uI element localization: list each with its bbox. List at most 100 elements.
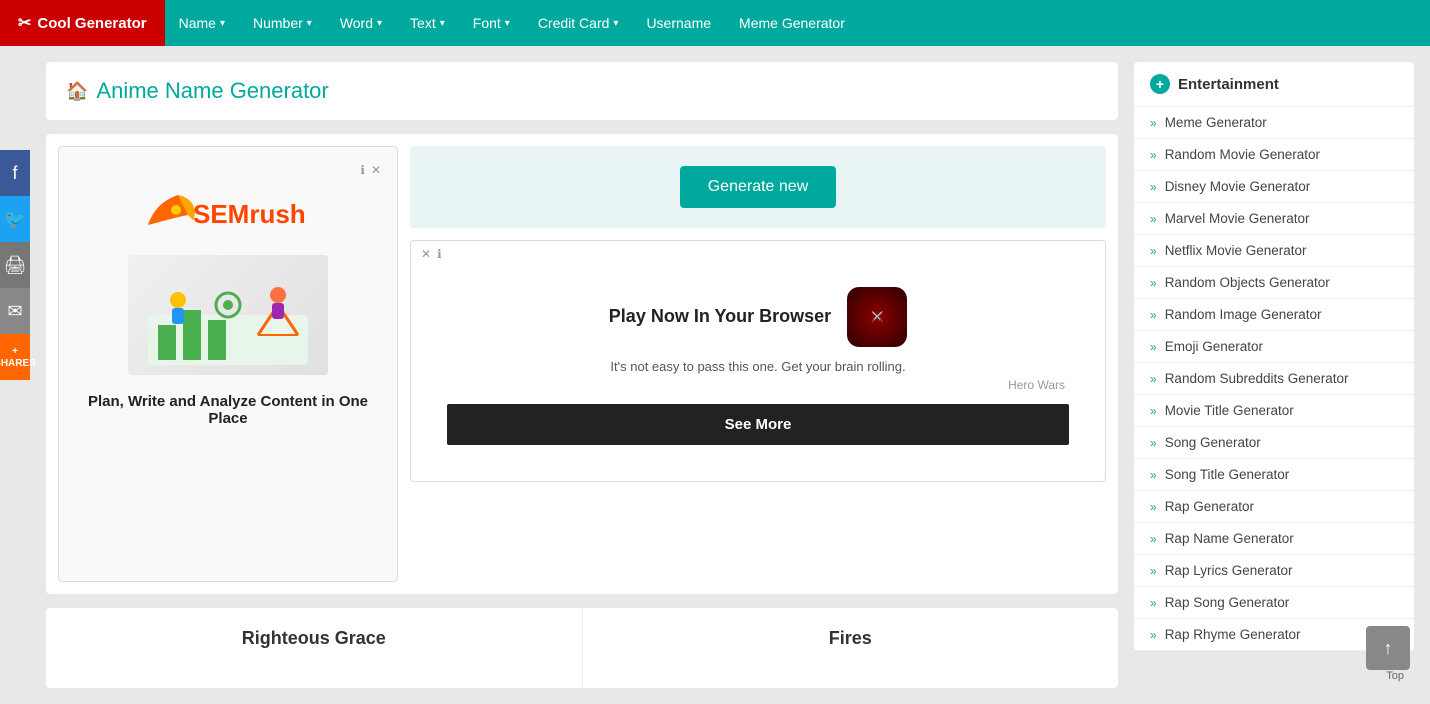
ad-left-panel: ℹ ✕ SEMrush [58,146,398,582]
nav-credit-card[interactable]: Credit Card ▾ [524,0,633,46]
top-navbar: ✂ Cool Generator Name ▾ Number ▾ Word ▾ … [0,0,1430,46]
sidebar-item-rap-lyrics[interactable]: » Rap Lyrics Generator [1134,555,1414,587]
inner-ad-content: Play Now In Your Browser ⚔️ It's not eas… [411,267,1105,481]
inner-ad-header: ✕ ℹ [411,241,1105,267]
inner-ad-close-icon[interactable]: ✕ [421,247,431,261]
sidebar-section-title: Entertainment [1178,76,1279,93]
sidebar-item-label: Random Image Generator [1165,307,1322,322]
nav-items: Name ▾ Number ▾ Word ▾ Text ▾ Font ▾ Cre… [165,0,859,46]
svg-text:SEMrush: SEMrush [193,199,306,229]
sidebar-item-random-movie[interactable]: » Random Movie Generator [1134,139,1414,171]
nav-number[interactable]: Number ▾ [239,0,326,46]
twitter-button[interactable]: 🐦 [0,196,30,242]
sidebar-item-label: Song Generator [1165,435,1261,450]
sidebar-item-label: Marvel Movie Generator [1165,211,1310,226]
ad-content-box: ℹ ✕ SEMrush [46,134,1118,594]
sidebar-item-rap-name[interactable]: » Rap Name Generator [1134,523,1414,555]
nav-font[interactable]: Font ▾ [459,0,524,46]
ad-illustration-svg [128,255,328,375]
sidebar-item-movie-title[interactable]: » Movie Title Generator [1134,395,1414,427]
brand-label: Cool Generator [37,15,146,32]
sidebar-item-disney-movie[interactable]: » Disney Movie Generator [1134,171,1414,203]
sidebar-item-song[interactable]: » Song Generator [1134,427,1414,459]
sidebar-item-label: Emoji Generator [1165,339,1263,354]
sidebar-item-label: Rap Name Generator [1165,531,1294,546]
nav-name[interactable]: Name ▾ [165,0,239,46]
chevron-right-icon: » [1150,436,1157,450]
sidebar-item-label: Rap Generator [1165,499,1254,514]
sidebar-item-label: Netflix Movie Generator [1165,243,1307,258]
semrush-logo: SEMrush [138,185,318,235]
ad-controls: ℹ ✕ [75,163,381,177]
chevron-right-icon: » [1150,468,1157,482]
sidebar-item-meme[interactable]: » Meme Generator [1134,107,1414,139]
sidebar-item-label: Random Movie Generator [1165,147,1320,162]
sidebar-item-rap-song[interactable]: » Rap Song Generator [1134,587,1414,619]
nav-meme[interactable]: Meme Generator [725,0,859,46]
generate-area: Generate new [410,146,1106,228]
sidebar-item-label: Rap Lyrics Generator [1165,563,1293,578]
email-button[interactable]: ✉ [0,288,30,334]
chevron-right-icon: » [1150,308,1157,322]
hero-wars-badge: ⚔️ [847,287,907,347]
sidebar-item-label: Song Title Generator [1165,467,1290,482]
facebook-button[interactable]: f [0,150,30,196]
sidebar-item-label: Rap Rhyme Generator [1165,627,1301,642]
sidebar-card: + Entertainment » Meme Generator » Rando… [1134,62,1414,651]
ad-info-icon[interactable]: ℹ [360,163,365,177]
chevron-right-icon: » [1150,212,1157,226]
chevron-right-icon: » [1150,276,1157,290]
see-more-button[interactable]: See More [447,404,1069,445]
results-box: Righteous Grace Fires [46,608,1118,688]
hero-wars-area: Play Now In Your Browser ⚔️ [431,287,1085,347]
nav-username[interactable]: Username [632,0,725,46]
ad-right-panel: Generate new ✕ ℹ Play Now In Your Browse… [410,146,1106,582]
shares-label: SHARES [0,358,36,369]
chevron-right-icon: » [1150,116,1157,130]
generate-button[interactable]: Generate new [680,166,837,208]
chevron-right-icon: » [1150,564,1157,578]
sidebar-item-song-title[interactable]: » Song Title Generator [1134,459,1414,491]
chevron-down-icon: ▾ [377,18,382,29]
nav-word[interactable]: Word ▾ [326,0,396,46]
sidebar-item-random-objects[interactable]: » Random Objects Generator [1134,267,1414,299]
page-title: Anime Name Generator [96,78,328,104]
brand-logo[interactable]: ✂ Cool Generator [0,0,165,46]
scroll-top-label: Top [1386,670,1404,682]
inner-ad-info-icon[interactable]: ℹ [437,247,442,261]
chevron-right-icon: » [1150,244,1157,258]
hero-wars-icon: ⚔️ [871,312,883,323]
shares-button[interactable]: + SHARES [0,334,30,380]
plus-circle-icon: + [1150,74,1170,94]
ad-close-icon[interactable]: ✕ [371,163,381,177]
sidebar-item-marvel-movie[interactable]: » Marvel Movie Generator [1134,203,1414,235]
scissors-icon: ✂ [18,13,31,33]
hw-attribution: Hero Wars [431,378,1085,392]
sidebar-section-header: + Entertainment [1134,62,1414,107]
result-cell-1: Fires [583,608,1119,688]
hw-text: Play Now In Your Browser [609,305,831,328]
sidebar-item-random-image[interactable]: » Random Image Generator [1134,299,1414,331]
chevron-right-icon: » [1150,500,1157,514]
sidebar-item-label: Meme Generator [1165,115,1267,130]
content-area: 🏠 Anime Name Generator ℹ ✕ [46,62,1118,688]
sidebar-item-rap[interactable]: » Rap Generator [1134,491,1414,523]
sidebar-item-label: Random Subreddits Generator [1165,371,1349,386]
ad-left-text: Plan, Write and Analyze Content in One P… [75,393,381,427]
hw-subtext: It's not easy to pass this one. Get your… [431,359,1085,374]
social-sidebar: f 🐦 🖨 ✉ + SHARES [0,150,30,380]
inner-ad-box: ✕ ℹ Play Now In Your Browser ⚔️ It's [410,240,1106,482]
sidebar-item-subreddits[interactable]: » Random Subreddits Generator [1134,363,1414,395]
chevron-right-icon: » [1150,372,1157,386]
page-title-card: 🏠 Anime Name Generator [46,62,1118,120]
chevron-down-icon: ▾ [613,18,618,29]
sidebar-item-emoji[interactable]: » Emoji Generator [1134,331,1414,363]
sidebar-item-netflix-movie[interactable]: » Netflix Movie Generator [1134,235,1414,267]
nav-text[interactable]: Text ▾ [396,0,459,46]
print-button[interactable]: 🖨 [0,242,30,288]
home-icon[interactable]: 🏠 [66,81,88,102]
result-name-0: Righteous Grace [242,628,386,648]
sidebar-item-label: Random Objects Generator [1165,275,1330,290]
chevron-right-icon: » [1150,148,1157,162]
scroll-top-button[interactable]: ↑ [1366,626,1410,670]
